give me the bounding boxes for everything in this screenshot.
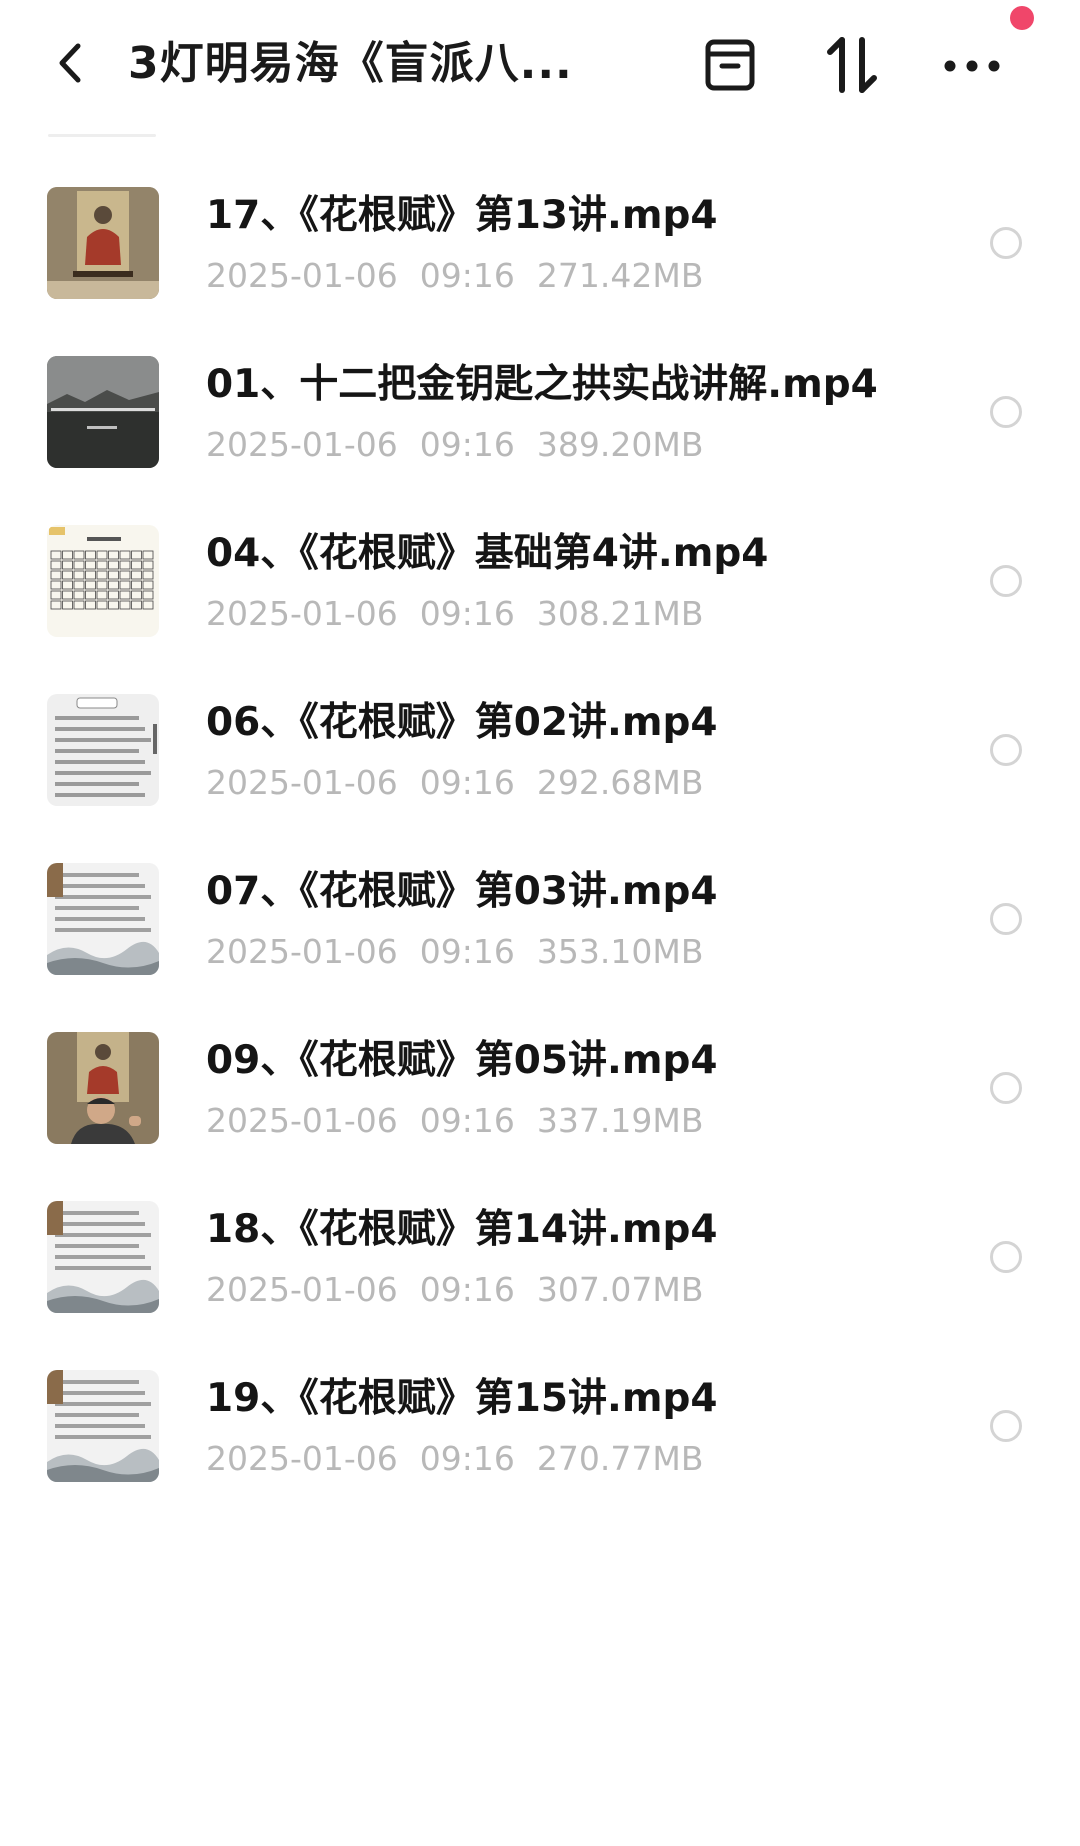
video-thumbnail <box>47 525 159 637</box>
previous-item-edge <box>48 134 156 137</box>
file-time: 09:16 <box>419 1439 515 1478</box>
file-size: 308.21MB <box>536 594 704 633</box>
sort-arrows-icon <box>827 37 877 93</box>
file-time: 09:16 <box>419 1270 515 1309</box>
more-dots-icon <box>944 60 1000 72</box>
thumbnail-image <box>47 863 159 975</box>
file-size: 307.07MB <box>536 1270 704 1309</box>
file-size: 271.42MB <box>536 256 704 295</box>
file-meta: 2025-01-06 09:16 337.19MB <box>206 1099 725 1143</box>
file-name: 09、《花根赋》第05讲.mp4 <box>206 1038 718 1083</box>
file-name: 18、《花根赋》第14讲.mp4 <box>206 1207 718 1252</box>
file-time: 09:16 <box>419 256 515 295</box>
file-size: 270.77MB <box>536 1439 704 1478</box>
file-time: 09:16 <box>419 594 515 633</box>
file-meta: 2025-01-06 09:16 307.07MB <box>206 1268 725 1312</box>
page-title: 3灯明易海《盲派八... <box>128 38 573 89</box>
select-radio[interactable] <box>990 734 1022 766</box>
sort-button[interactable] <box>822 30 884 100</box>
file-row[interactable]: 19、《花根赋》第15讲.mp4 2025-01-06 09:16 270.77MB <box>0 1343 1080 1543</box>
file-name: 06、《花根赋》第02讲.mp4 <box>206 700 718 745</box>
video-thumbnail <box>47 187 159 299</box>
file-date: 2025-01-06 <box>206 1439 398 1478</box>
video-thumbnail <box>47 863 159 975</box>
file-size: 353.10MB <box>536 932 704 971</box>
select-radio[interactable] <box>990 903 1022 935</box>
video-thumbnail <box>47 694 159 806</box>
file-meta: 2025-01-06 09:16 271.42MB <box>206 254 725 298</box>
file-meta: 2025-01-06 09:16 308.21MB <box>206 592 725 636</box>
file-name: 17、《花根赋》第13讲.mp4 <box>206 193 718 238</box>
file-size: 337.19MB <box>536 1101 704 1140</box>
file-date: 2025-01-06 <box>206 1270 398 1309</box>
thumbnail-image <box>47 1370 159 1482</box>
video-thumbnail <box>47 1201 159 1313</box>
chevron-left-icon <box>59 43 81 83</box>
more-button[interactable] <box>940 30 1004 100</box>
file-time: 09:16 <box>419 1101 515 1140</box>
select-radio[interactable] <box>990 1241 1022 1273</box>
notification-dot <box>1010 6 1034 30</box>
thumbnail-image <box>47 187 159 299</box>
file-name: 01、十二把金钥匙之拱实战讲解.mp4 <box>206 362 878 407</box>
file-date: 2025-01-06 <box>206 932 398 971</box>
select-radio[interactable] <box>990 1072 1022 1104</box>
select-radio[interactable] <box>990 565 1022 597</box>
thumbnail-image <box>47 1201 159 1313</box>
file-date: 2025-01-06 <box>206 594 398 633</box>
file-name: 04、《花根赋》基础第4讲.mp4 <box>206 531 769 576</box>
select-radio[interactable] <box>990 396 1022 428</box>
file-name: 07、《花根赋》第03讲.mp4 <box>206 869 718 914</box>
file-size: 292.68MB <box>536 763 704 802</box>
file-name: 19、《花根赋》第15讲.mp4 <box>206 1376 718 1421</box>
video-thumbnail <box>47 356 159 468</box>
file-size: 389.20MB <box>536 425 704 464</box>
file-date: 2025-01-06 <box>206 763 398 802</box>
file-meta: 2025-01-06 09:16 353.10MB <box>206 930 725 974</box>
back-button[interactable] <box>50 38 90 88</box>
file-date: 2025-01-06 <box>206 425 398 464</box>
archive-button[interactable] <box>700 30 760 100</box>
file-meta: 2025-01-06 09:16 292.68MB <box>206 761 725 805</box>
video-thumbnail <box>47 1370 159 1482</box>
video-thumbnail <box>47 1032 159 1144</box>
file-meta: 2025-01-06 09:16 389.20MB <box>206 423 725 467</box>
file-time: 09:16 <box>419 763 515 802</box>
archive-box-icon <box>705 39 755 91</box>
select-radio[interactable] <box>990 227 1022 259</box>
thumbnail-image <box>47 1032 159 1144</box>
file-date: 2025-01-06 <box>206 1101 398 1140</box>
thumbnail-image <box>47 356 159 468</box>
file-meta: 2025-01-06 09:16 270.77MB <box>206 1437 725 1481</box>
file-time: 09:16 <box>419 425 515 464</box>
thumbnail-image <box>47 694 159 806</box>
thumbnail-image <box>47 525 159 637</box>
select-radio[interactable] <box>990 1410 1022 1442</box>
file-date: 2025-01-06 <box>206 256 398 295</box>
top-app-bar: 3灯明易海《盲派八... <box>0 0 1080 130</box>
file-time: 09:16 <box>419 932 515 971</box>
